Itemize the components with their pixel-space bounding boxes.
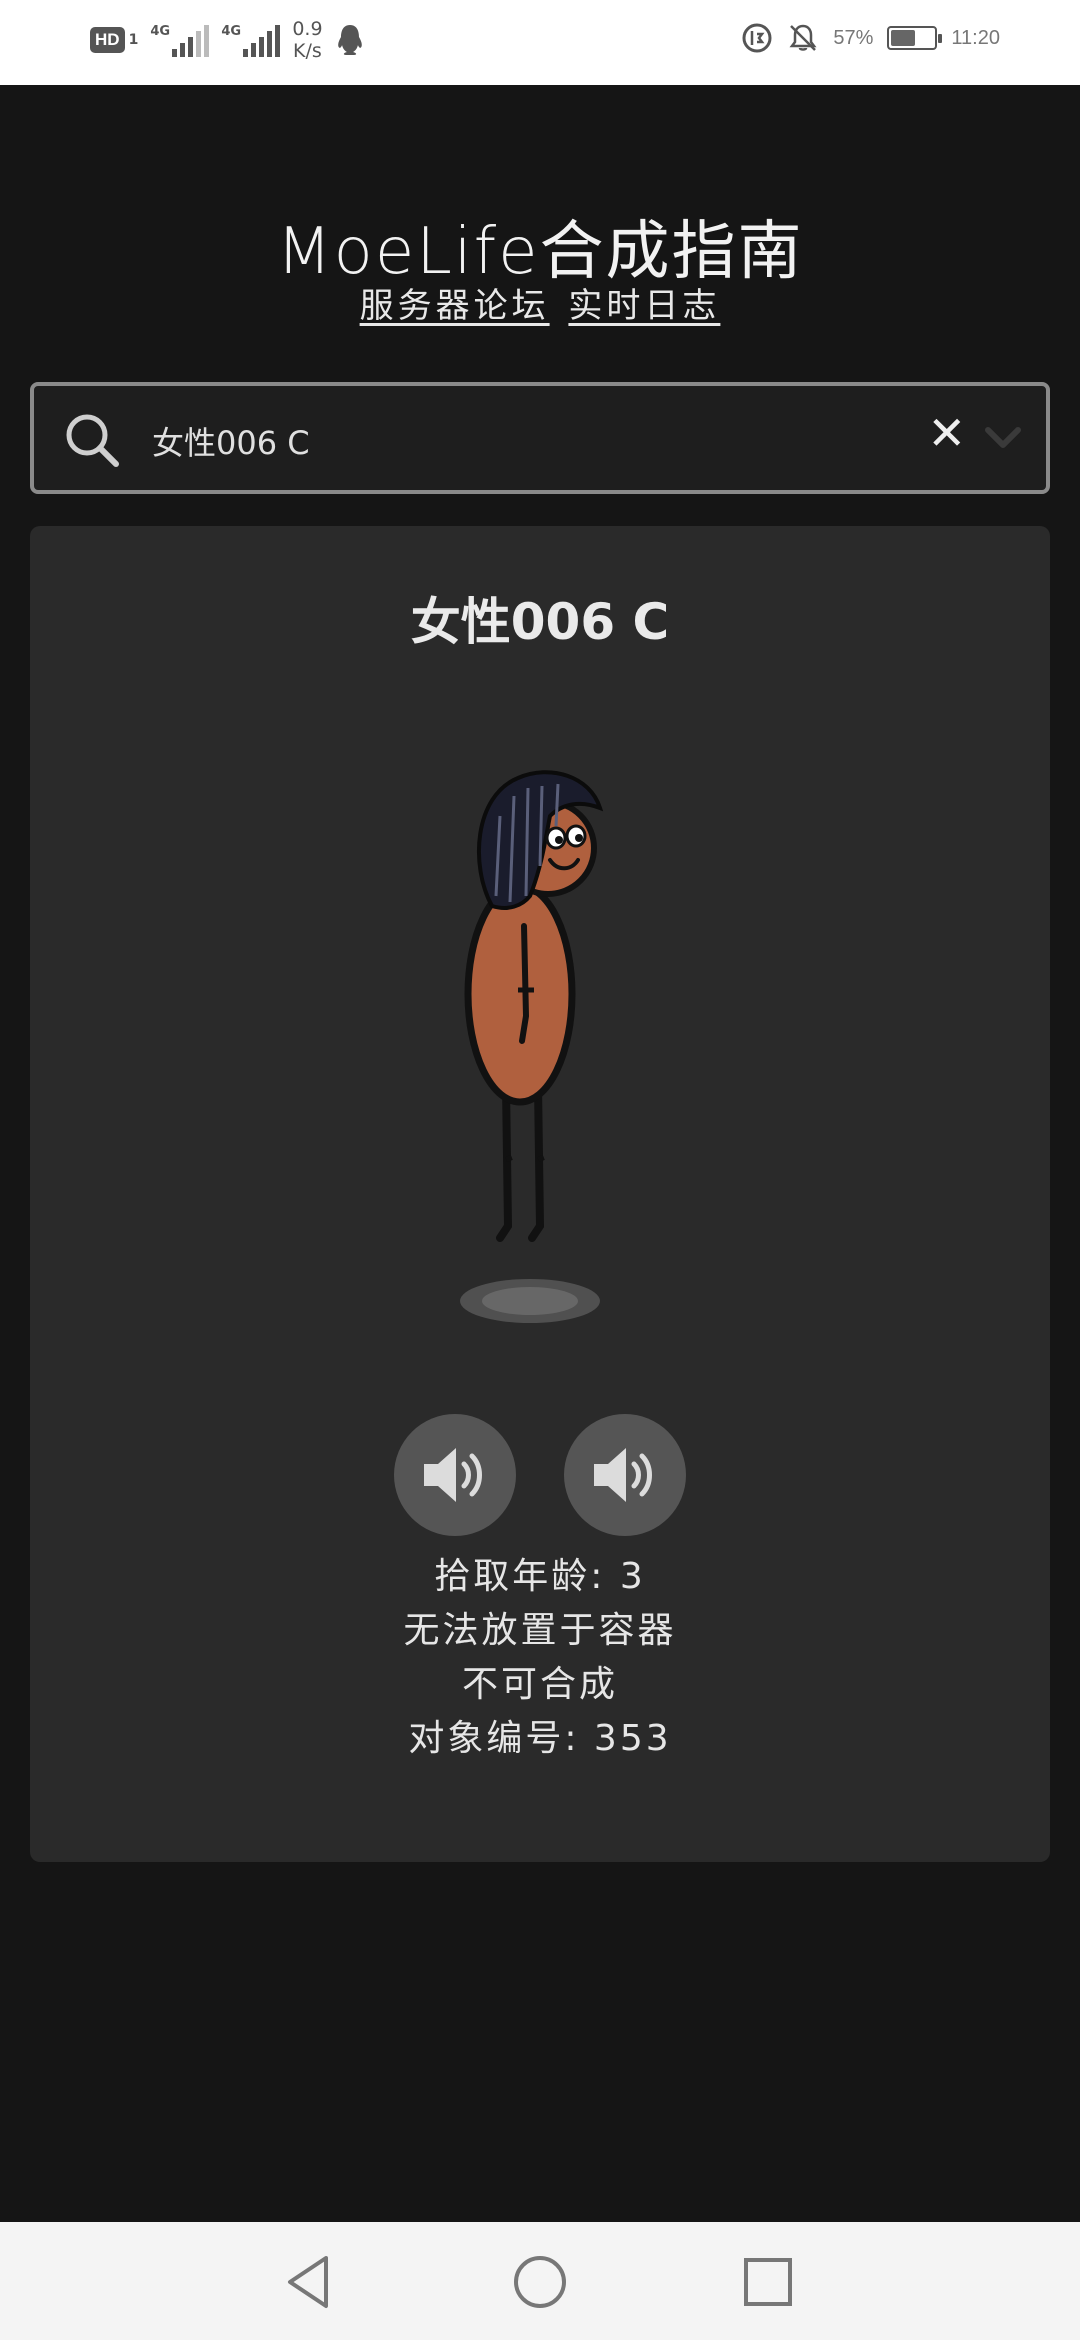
signal-icon-2: 4G <box>221 23 281 57</box>
sound-button-1[interactable] <box>394 1414 516 1536</box>
sim-index: 1 <box>128 32 139 48</box>
signal-icon: 4G <box>150 23 210 57</box>
data-saver-icon <box>742 23 772 53</box>
bell-off-icon <box>789 24 817 51</box>
sound-button-2[interactable] <box>564 1414 686 1536</box>
status-left: HD 1 4G 4G 0.9 K/s <box>90 18 365 62</box>
item-name: 女性006 C <box>410 593 670 651</box>
navigation-bar <box>0 2222 1080 2340</box>
recents-square-icon[interactable] <box>738 2252 798 2312</box>
chevron-down-icon[interactable] <box>980 414 1026 460</box>
home-circle-icon[interactable] <box>510 2252 570 2312</box>
hd-badge: HD <box>90 27 125 53</box>
pickup-age: 拾取年龄: 3 <box>434 1556 646 1597</box>
item-info: 拾取年龄: 3 无法放置于容器 不可合成 对象编号: 353 <box>30 1550 1050 1766</box>
network-speed-value: 0.9 <box>292 18 323 40</box>
qq-icon <box>337 25 362 55</box>
container-note: 无法放置于容器 <box>403 1610 677 1651</box>
speaker-icon <box>594 1448 652 1502</box>
close-icon[interactable]: ✕ <box>927 408 966 458</box>
network-type-label: 4G <box>150 24 171 39</box>
search-input[interactable] <box>152 416 912 466</box>
header-links: 服务器论坛 实时日志 <box>0 278 1080 327</box>
search-icon <box>66 414 119 467</box>
network-type-label-2: 4G <box>221 24 242 39</box>
realtime-log-link[interactable]: 实时日志 <box>568 286 720 326</box>
character-sprite <box>460 770 604 1323</box>
battery-fill <box>891 30 916 46</box>
status-right: 57% 11:20 <box>741 22 1000 54</box>
sound-buttons <box>30 1414 1050 1536</box>
battery-icon <box>887 26 943 50</box>
network-speed: 0.9 K/s <box>292 18 322 62</box>
forum-link[interactable]: 服务器论坛 <box>360 286 550 326</box>
network-speed-unit: K/s <box>293 40 322 62</box>
search-box[interactable]: ✕ <box>30 382 1050 494</box>
object-id: 对象编号: 353 <box>408 1718 672 1759</box>
battery-percent: 57% <box>833 26 874 49</box>
clock: 11:20 <box>951 26 1000 49</box>
craftable-note: 不可合成 <box>461 1664 618 1705</box>
back-triangle-icon[interactable] <box>280 2252 340 2312</box>
item-card: 女性006 C 拾取年龄: 3 无法放置于容器 不可合成 对象编号: 353 <box>30 526 1050 1862</box>
status-bar: HD 1 4G 4G 0.9 K/s 57% 11:20 <box>0 0 1080 85</box>
speaker-icon <box>424 1448 482 1502</box>
